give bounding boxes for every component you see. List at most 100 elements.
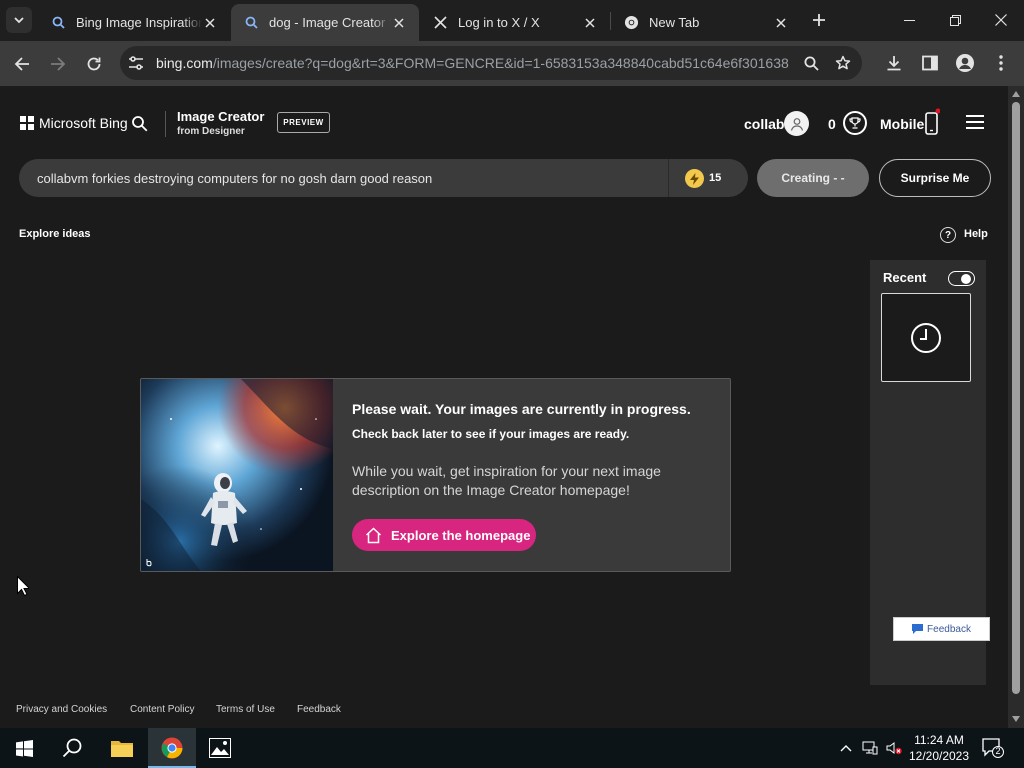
clock-icon <box>911 322 941 353</box>
minimize-button[interactable] <box>886 0 932 40</box>
tab-title: New Tab <box>649 15 700 30</box>
chevron-down-icon <box>14 17 24 24</box>
bing-search-icon <box>243 15 259 31</box>
help-link[interactable]: Help <box>964 228 988 240</box>
close-tab-icon[interactable] <box>391 15 407 31</box>
scroll-up-icon[interactable] <box>1011 89 1021 99</box>
astronaut-illustration <box>141 379 333 571</box>
feedback-button[interactable]: Feedback <box>893 617 990 641</box>
user-name[interactable]: collab <box>744 116 784 132</box>
privacy-link[interactable]: Privacy and Cookies <box>16 704 107 715</box>
rewards-count[interactable]: 0 <box>828 116 836 132</box>
recent-label: Recent <box>883 270 927 285</box>
explore-homepage-button[interactable]: Explore the homepage <box>352 519 536 551</box>
close-tab-icon[interactable] <box>582 15 598 31</box>
file-explorer-button[interactable] <box>98 728 146 768</box>
plus-icon <box>813 14 825 26</box>
feedback-button-label: Feedback <box>927 623 971 635</box>
scroll-down-icon[interactable] <box>1011 714 1021 724</box>
page-content: Microsoft Bing Image Creator from Design… <box>0 86 1008 728</box>
person-icon <box>790 117 803 131</box>
tab-search-button[interactable] <box>6 7 32 33</box>
download-icon[interactable] <box>883 52 905 74</box>
chrome-taskbar-button[interactable] <box>148 728 196 768</box>
toggle-knob <box>961 273 971 284</box>
browser-toolbar: bing.com/images/create?q=dog&rt=3&FORM=G… <box>0 41 1024 86</box>
brand-name[interactable]: Microsoft Bing <box>39 115 128 131</box>
explore-homepage-label: Explore the homepage <box>391 527 531 543</box>
arrow-right-icon <box>51 57 66 71</box>
profile-icon[interactable] <box>954 52 976 74</box>
mobile-label[interactable]: Mobile <box>880 116 924 132</box>
forward-button[interactable] <box>45 51 71 77</box>
surprise-me-button[interactable]: Surprise Me <box>879 159 991 197</box>
product-subtitle: from Designer <box>177 126 245 137</box>
microsoft-logo-icon[interactable] <box>20 116 34 130</box>
recent-pending-item[interactable] <box>881 293 971 382</box>
bookmark-star-icon[interactable] <box>834 54 852 72</box>
restore-button[interactable] <box>932 0 978 40</box>
explore-ideas-link[interactable]: Explore ideas <box>19 228 91 240</box>
page-scrollbar[interactable] <box>1008 86 1024 728</box>
network-icon[interactable] <box>862 740 878 756</box>
url-domain: bing.com <box>156 55 213 71</box>
scrollbar-thumb[interactable] <box>1012 102 1020 694</box>
reload-button[interactable] <box>81 51 107 77</box>
tab-image-creator[interactable]: dog - Image Creator from Microsoft Desig… <box>231 4 419 41</box>
more-menu-icon[interactable] <box>990 52 1012 74</box>
prompt-input[interactable]: collabvm forkies destroying computers fo… <box>19 159 748 197</box>
tab-bing-image-inspiration[interactable]: Bing Image Inspiration <box>38 4 230 41</box>
boost-lightning-icon <box>685 169 704 188</box>
hamburger-menu-icon[interactable] <box>966 114 984 130</box>
progress-card: Please wait. Your images are currently i… <box>140 378 731 572</box>
site-settings-icon[interactable] <box>128 55 144 71</box>
close-tab-icon[interactable] <box>773 15 789 31</box>
tab-title: Bing Image Inspiration <box>76 15 202 30</box>
progress-subtitle: Check back later to see if your images a… <box>352 427 630 441</box>
progress-title: Please wait. Your images are currently i… <box>352 401 691 417</box>
search-icon[interactable] <box>802 54 820 72</box>
tab-new-tab[interactable]: New Tab <box>611 4 801 41</box>
side-panel-icon[interactable] <box>919 52 941 74</box>
clock-time: 11:24 AM <box>914 733 964 747</box>
new-tab-button[interactable] <box>808 9 830 31</box>
product-title[interactable]: Image Creator <box>177 109 264 124</box>
close-tab-icon[interactable] <box>202 15 218 31</box>
restore-icon <box>949 14 961 26</box>
close-window-button[interactable] <box>978 0 1024 40</box>
chat-bubble-icon <box>912 624 924 634</box>
terms-link[interactable]: Terms of Use <box>216 704 275 715</box>
arrow-left-icon <box>14 57 29 71</box>
create-button[interactable]: Creating - - <box>757 159 869 197</box>
photos-icon <box>209 738 231 758</box>
bing-search-icon <box>50 15 66 31</box>
avatar[interactable] <box>784 111 809 136</box>
back-button[interactable] <box>9 51 35 77</box>
mobile-phone-icon[interactable] <box>924 108 940 136</box>
tab-x-login[interactable]: Log in to X / X <box>420 4 610 41</box>
recent-toggle[interactable] <box>948 271 975 286</box>
content-policy-link[interactable]: Content Policy <box>130 704 194 715</box>
photos-taskbar-button[interactable] <box>196 728 244 768</box>
folder-icon <box>111 741 133 757</box>
address-bar[interactable]: bing.com/images/create?q=dog&rt=3&FORM=G… <box>120 46 862 80</box>
taskbar-clock[interactable]: 11:24 AM 12/20/2023 <box>906 732 972 764</box>
footer: Privacy and Cookies Content Policy Terms… <box>0 689 1008 728</box>
boost-count: 15 <box>709 172 722 184</box>
taskbar-search-button[interactable] <box>48 728 96 768</box>
search-icon[interactable] <box>131 115 149 133</box>
close-icon <box>995 14 1007 26</box>
windows-taskbar: 11:24 AM 12/20/2023 2 <box>0 728 1024 768</box>
start-button[interactable] <box>0 728 48 768</box>
rewards-trophy-icon[interactable] <box>843 111 867 135</box>
help-icon[interactable]: ? <box>940 227 956 243</box>
chrome-icon <box>161 737 183 759</box>
tray-overflow-icon[interactable] <box>838 740 854 756</box>
volume-muted-icon[interactable] <box>886 740 902 756</box>
notification-center-button[interactable]: 2 <box>982 738 1004 758</box>
progress-body: While you wait, get inspiration for your… <box>352 463 661 498</box>
home-icon <box>365 526 382 543</box>
windows-logo-icon <box>15 739 33 757</box>
prompt-text[interactable]: collabvm forkies destroying computers fo… <box>37 171 432 186</box>
footer-feedback-link[interactable]: Feedback <box>297 704 341 715</box>
